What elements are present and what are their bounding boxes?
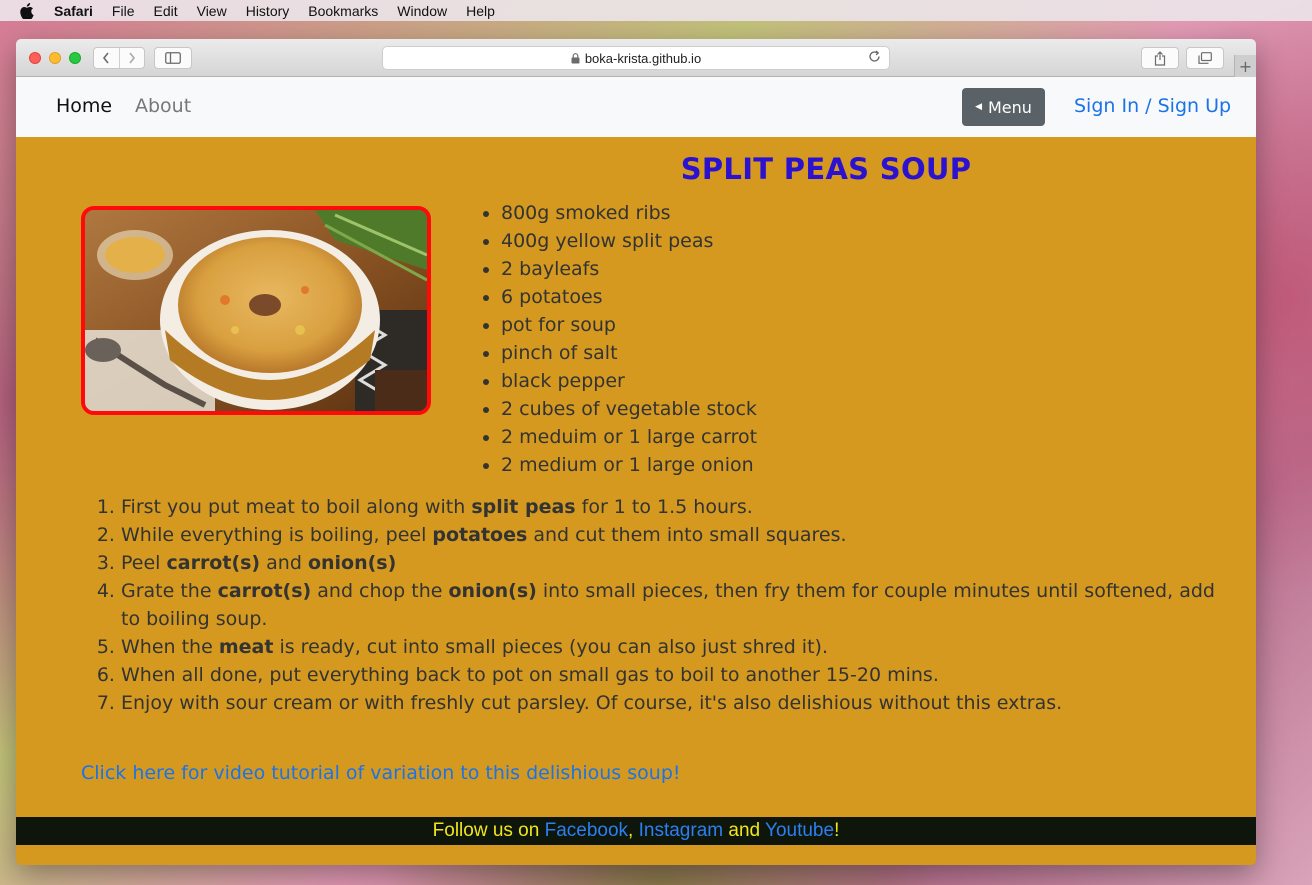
nav-home-link[interactable]: Home xyxy=(56,95,112,117)
ingredient-item: 2 meduim or 1 large carrot xyxy=(501,423,757,451)
step-keyword: meat xyxy=(218,636,274,658)
menu-view[interactable]: View xyxy=(197,3,227,19)
ingredient-item: 2 cubes of vegetable stock xyxy=(501,395,757,423)
instruction-step: Grate the carrot(s) and chop the onion(s… xyxy=(121,577,1221,633)
menu-dropdown-button[interactable]: ◀ Menu xyxy=(962,88,1045,126)
close-window-button[interactable] xyxy=(29,52,41,64)
instagram-link[interactable]: Instagram xyxy=(639,820,723,841)
new-tab-button[interactable]: + xyxy=(1234,55,1256,77)
step-text: is ready, cut into small pieces (you can… xyxy=(273,636,828,658)
ingredients-list: 800g smoked ribs 400g yellow split peas … xyxy=(501,199,757,479)
fullscreen-window-button[interactable] xyxy=(69,52,81,64)
reload-icon[interactable] xyxy=(868,50,881,66)
step-text: and xyxy=(260,552,308,574)
apple-logo-icon[interactable] xyxy=(20,2,34,19)
step-text: While everything is boiling, peel xyxy=(121,524,433,546)
step-text: and chop the xyxy=(311,580,449,602)
nav-about-link[interactable]: About xyxy=(135,95,191,117)
sign-in-sign-up-link[interactable]: Sign In / Sign Up xyxy=(1074,95,1231,117)
ingredient-item: 400g yellow split peas xyxy=(501,227,757,255)
step-keyword: split peas xyxy=(471,496,576,518)
instruction-step: When the meat is ready, cut into small p… xyxy=(121,633,1221,661)
step-text: Enjoy with sour cream or with freshly cu… xyxy=(121,692,1063,714)
menu-file[interactable]: File xyxy=(112,3,135,19)
instruction-step: While everything is boiling, peel potato… xyxy=(121,521,1221,549)
step-keyword: potatoes xyxy=(432,524,528,546)
instruction-step: When all done, put everything back to po… xyxy=(121,661,1221,689)
soup-bowl-image xyxy=(85,210,427,411)
show-sidebar-button[interactable] xyxy=(154,47,192,69)
menu-help[interactable]: Help xyxy=(466,3,495,19)
browser-toolbar: boka-krista.github.io + xyxy=(16,39,1256,77)
step-keyword: onion(s) xyxy=(448,580,537,602)
chevron-left-icon xyxy=(103,52,109,64)
menu-bookmarks[interactable]: Bookmarks xyxy=(308,3,378,19)
menu-history[interactable]: History xyxy=(246,3,290,19)
ingredient-item: pinch of salt xyxy=(501,339,757,367)
back-button[interactable] xyxy=(94,48,119,68)
menu-button-label: Menu xyxy=(987,97,1032,117)
ingredient-item: black pepper xyxy=(501,367,757,395)
site-footer: Follow us on Facebook, Instagram and You… xyxy=(16,817,1256,845)
lock-icon xyxy=(571,52,580,64)
back-forward-buttons xyxy=(93,47,145,69)
facebook-link[interactable]: Facebook xyxy=(545,820,628,841)
tabs-icon xyxy=(1198,52,1212,64)
sidebar-icon xyxy=(165,52,181,64)
step-text: and cut them into small squares. xyxy=(527,524,847,546)
instruction-step: Enjoy with sour cream or with freshly cu… xyxy=(121,689,1221,717)
caret-left-icon: ◀ xyxy=(975,102,982,112)
step-text: Grate the xyxy=(121,580,218,602)
step-text: for 1 to 1.5 hours. xyxy=(575,496,753,518)
plus-icon: + xyxy=(1238,56,1253,76)
footer-text: ! xyxy=(834,820,840,841)
ingredient-item: 6 potatoes xyxy=(501,283,757,311)
forward-button[interactable] xyxy=(118,48,145,68)
share-button[interactable] xyxy=(1141,47,1179,69)
show-all-tabs-button[interactable] xyxy=(1186,47,1224,69)
ingredient-item: 2 medium or 1 large onion xyxy=(501,451,757,479)
address-bar[interactable]: boka-krista.github.io xyxy=(382,46,890,70)
instructions-list: First you put meat to boil along with sp… xyxy=(121,493,1221,717)
chevron-right-icon xyxy=(129,52,135,64)
footer-text: , xyxy=(628,820,639,841)
macos-menu-bar: Safari File Edit View History Bookmarks … xyxy=(0,0,1312,21)
video-tutorial-link[interactable]: Click here for video tutorial of variati… xyxy=(81,762,681,784)
step-text: First you put meat to boil along with xyxy=(121,496,472,518)
ingredient-item: 800g smoked ribs xyxy=(501,199,757,227)
instruction-step: First you put meat to boil along with sp… xyxy=(121,493,1221,521)
youtube-link[interactable]: Youtube xyxy=(765,820,834,841)
step-text: When the xyxy=(121,636,219,658)
step-keyword: carrot(s) xyxy=(166,552,261,574)
footer-text: Follow us on xyxy=(432,820,545,841)
recipe-title: SPLIT PEAS SOUP xyxy=(680,152,972,186)
instruction-step: Peel carrot(s) and onion(s) xyxy=(121,549,1221,577)
soup-photo xyxy=(81,206,431,415)
step-keyword: carrot(s) xyxy=(217,580,312,602)
step-text: When all done, put everything back to po… xyxy=(121,664,939,686)
safari-window: boka-krista.github.io + Home About ◀ Men… xyxy=(16,39,1256,865)
menu-window[interactable]: Window xyxy=(397,3,447,19)
step-keyword: onion(s) xyxy=(307,552,397,574)
site-navbar: Home About ◀ Menu Sign In / Sign Up xyxy=(16,77,1256,137)
footer-text: and xyxy=(723,820,766,841)
step-text: Peel xyxy=(121,552,167,574)
menu-edit[interactable]: Edit xyxy=(153,3,177,19)
address-bar-url: boka-krista.github.io xyxy=(584,50,702,66)
menu-safari[interactable]: Safari xyxy=(54,3,93,19)
ingredient-item: pot for soup xyxy=(501,311,757,339)
ingredient-item: 2 bayleafs xyxy=(501,255,757,283)
minimize-window-button[interactable] xyxy=(49,52,61,64)
share-icon xyxy=(1154,50,1166,66)
